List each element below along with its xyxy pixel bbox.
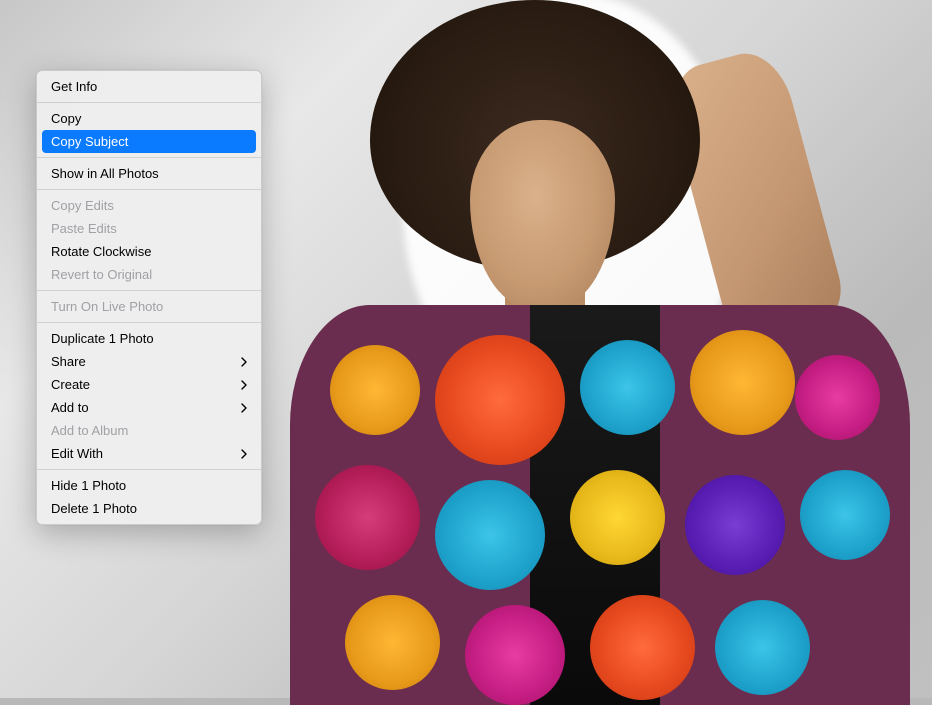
menu-item-add-to-album: Add to Album — [37, 419, 261, 442]
menu-item-label: Revert to Original — [51, 268, 152, 281]
menu-item-label: Delete 1 Photo — [51, 502, 137, 515]
menu-item-label: Share — [51, 355, 86, 368]
menu-item-hide-1-photo[interactable]: Hide 1 Photo — [37, 474, 261, 497]
chevron-right-icon — [241, 449, 247, 459]
menu-item-paste-edits: Paste Edits — [37, 217, 261, 240]
menu-item-label: Paste Edits — [51, 222, 117, 235]
menu-item-copy-edits: Copy Edits — [37, 194, 261, 217]
menu-item-label: Get Info — [51, 80, 97, 93]
menu-item-label: Hide 1 Photo — [51, 479, 126, 492]
menu-item-edit-with[interactable]: Edit With — [37, 442, 261, 465]
menu-separator — [37, 157, 261, 158]
chevron-right-icon — [241, 380, 247, 390]
menu-item-show-in-all-photos[interactable]: Show in All Photos — [37, 162, 261, 185]
menu-separator — [37, 102, 261, 103]
menu-item-label: Show in All Photos — [51, 167, 159, 180]
menu-item-label: Edit With — [51, 447, 103, 460]
menu-item-copy-subject[interactable]: Copy Subject — [42, 130, 256, 153]
menu-item-label: Rotate Clockwise — [51, 245, 151, 258]
menu-separator — [37, 290, 261, 291]
menu-item-create[interactable]: Create — [37, 373, 261, 396]
menu-item-share[interactable]: Share — [37, 350, 261, 373]
menu-item-label: Turn On Live Photo — [51, 300, 163, 313]
menu-item-delete-1-photo[interactable]: Delete 1 Photo — [37, 497, 261, 520]
menu-item-label: Copy — [51, 112, 81, 125]
context-menu[interactable]: Get Info Copy Copy Subject Show in All Phot… — [36, 70, 262, 525]
menu-item-revert-to-original: Revert to Original — [37, 263, 261, 286]
chevron-right-icon — [241, 403, 247, 413]
menu-item-label: Create — [51, 378, 90, 391]
menu-item-label: Add to — [51, 401, 89, 414]
menu-separator — [37, 469, 261, 470]
jacket-pattern — [290, 305, 910, 705]
subject-person — [310, 5, 880, 698]
menu-item-duplicate-1-photo[interactable]: Duplicate 1 Photo — [37, 327, 261, 350]
person-jacket — [290, 305, 910, 705]
menu-item-turn-on-live-photo: Turn On Live Photo — [37, 295, 261, 318]
menu-item-rotate-clockwise[interactable]: Rotate Clockwise — [37, 240, 261, 263]
subject-container — [290, 0, 930, 698]
menu-item-label: Copy Edits — [51, 199, 114, 212]
menu-item-label: Add to Album — [51, 424, 128, 437]
menu-item-label: Copy Subject — [51, 135, 128, 148]
menu-item-label: Duplicate 1 Photo — [51, 332, 154, 345]
person-face — [470, 120, 615, 310]
menu-item-add-to[interactable]: Add to — [37, 396, 261, 419]
menu-item-copy[interactable]: Copy — [37, 107, 261, 130]
menu-separator — [37, 189, 261, 190]
menu-item-get-info[interactable]: Get Info — [37, 75, 261, 98]
menu-separator — [37, 322, 261, 323]
chevron-right-icon — [241, 357, 247, 367]
